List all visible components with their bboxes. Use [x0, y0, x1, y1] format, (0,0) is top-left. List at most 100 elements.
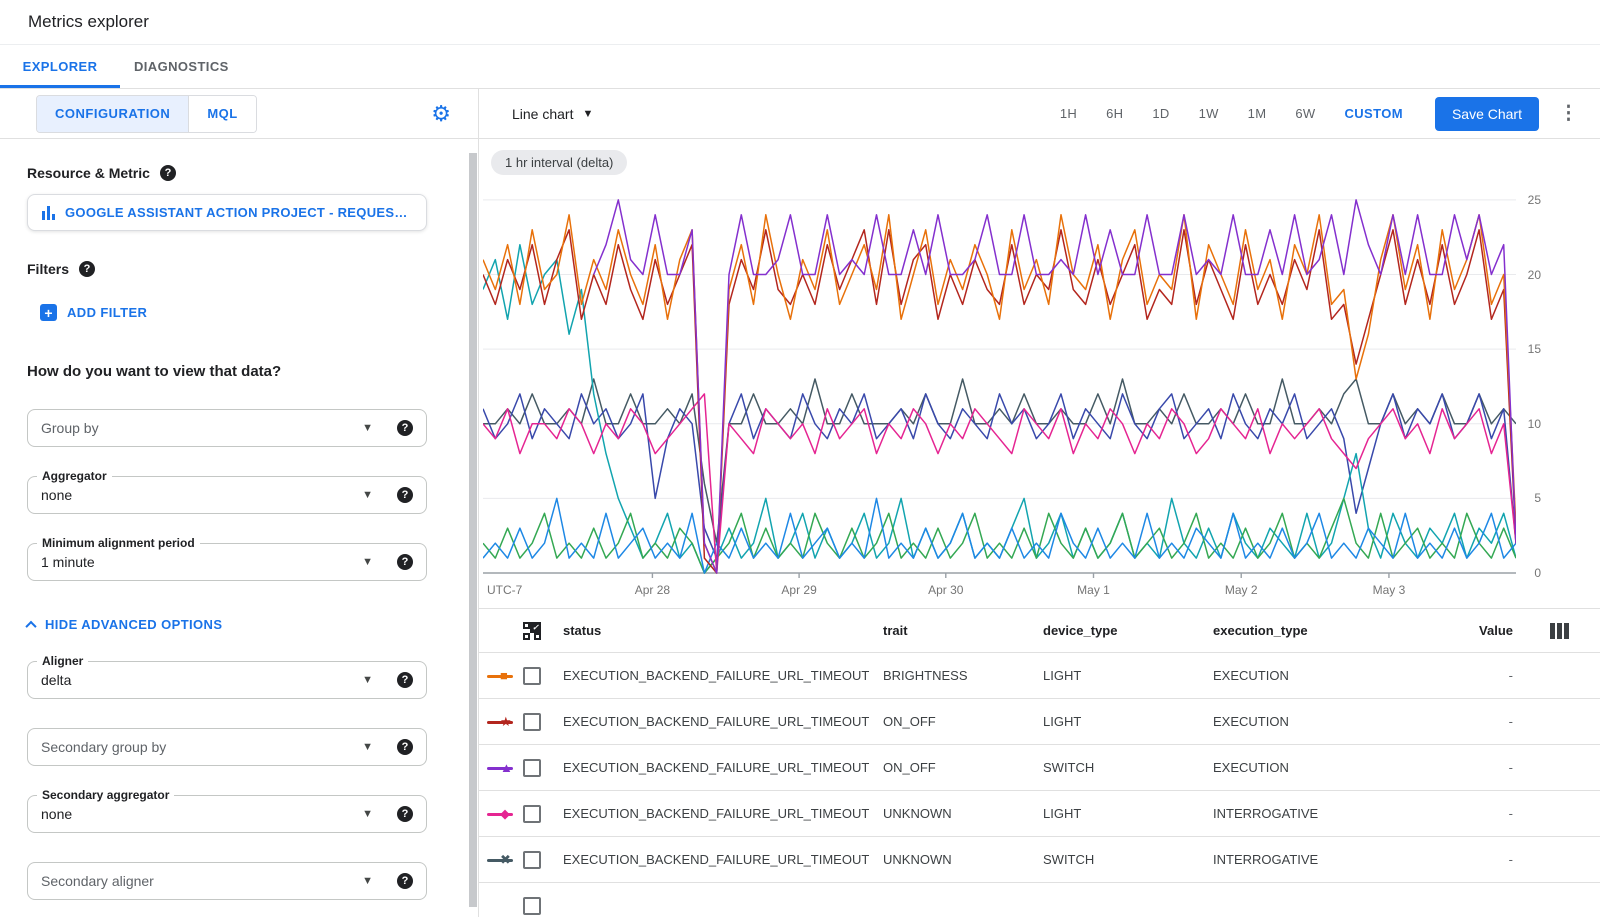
- table-rows: ■ EXECUTION_BACKEND_FAILURE_URL_TIMEOUT BR…: [479, 653, 1600, 883]
- x-axis-label-apr-29: Apr 29: [781, 583, 816, 597]
- chevron-up-icon: [25, 620, 36, 631]
- time-range-6w[interactable]: 6W: [1295, 106, 1315, 121]
- select-secondary-aggregator[interactable]: Secondary aggregatornone▼?: [27, 795, 427, 833]
- cell-device-type: LIGHT: [1043, 668, 1203, 683]
- table-row[interactable]: ▲EXECUTION_BACKEND_FAILURE_URL_TIMEOUTON…: [479, 745, 1600, 791]
- help-icon[interactable]: ?: [397, 554, 413, 570]
- columns-icon[interactable]: [1523, 623, 1569, 639]
- column-header-status[interactable]: status: [563, 623, 873, 638]
- row-checkbox[interactable]: [523, 897, 541, 915]
- chart-type-select[interactable]: Line chart ▼: [512, 106, 593, 122]
- time-range-6h[interactable]: 6H: [1106, 106, 1123, 121]
- x-axis-label-may-1: May 1: [1077, 583, 1110, 597]
- table-row[interactable]: ◆EXECUTION_BACKEND_FAILURE_URL_TIMEOUTUN…: [479, 791, 1600, 837]
- chevron-down-icon: ▼: [582, 108, 593, 120]
- row-checkbox[interactable]: [523, 667, 541, 685]
- help-icon[interactable]: ?: [397, 806, 413, 822]
- add-icon: +: [40, 304, 57, 321]
- series-marker-glyph: ✖: [500, 852, 511, 865]
- table-header-row: ✓ status trait device_type execution_typ…: [479, 609, 1600, 653]
- time-range-1d[interactable]: 1D: [1152, 106, 1169, 121]
- select-secondary-aligner[interactable]: Secondary aligner▼?: [27, 862, 427, 900]
- custom-range-button[interactable]: CUSTOM: [1344, 106, 1403, 121]
- add-filter-button[interactable]: + ADD FILTER: [40, 304, 434, 321]
- cell-value: -: [1453, 806, 1513, 821]
- cell-trait: BRIGHTNESS: [883, 668, 1033, 683]
- resource-metric-button[interactable]: GOOGLE ASSISTANT ACTION PROJECT - REQUES…: [27, 194, 427, 231]
- filters-label: Filters: [27, 261, 69, 277]
- help-icon[interactable]: ?: [160, 165, 176, 181]
- select-minimum-alignment-period[interactable]: Minimum alignment period1 minute▼?: [27, 543, 427, 581]
- tab-bar: EXPLORER DIAGNOSTICS: [0, 45, 1600, 89]
- line-chart-canvas: [483, 185, 1516, 583]
- row-checkbox[interactable]: [523, 851, 541, 869]
- cell-trait: UNKNOWN: [883, 852, 1033, 867]
- tab-explorer[interactable]: EXPLORER: [0, 45, 120, 88]
- field-label-minimum-alignment-period: Minimum alignment period: [37, 536, 200, 550]
- time-range-1m[interactable]: 1M: [1248, 106, 1267, 121]
- tab-diagnostics[interactable]: DIAGNOSTICS: [120, 45, 243, 88]
- table-row[interactable]: ■ EXECUTION_BACKEND_FAILURE_URL_TIMEOUT BR…: [479, 653, 1600, 699]
- table-row[interactable]: ★EXECUTION_BACKEND_FAILURE_URL_TIMEOUTON…: [479, 699, 1600, 745]
- x-axis-label-apr-30: Apr 30: [928, 583, 963, 597]
- gear-icon[interactable]: ⚙: [431, 103, 451, 125]
- hide-advanced-options-button[interactable]: HIDE ADVANCED OPTIONS: [27, 617, 434, 632]
- select-aggregator[interactable]: Aggregatornone▼?: [27, 476, 427, 514]
- cell-value: -: [1453, 760, 1513, 775]
- chart-line-green: [483, 498, 1516, 573]
- select-group-by[interactable]: Group by▼?: [27, 409, 427, 447]
- row-checkbox[interactable]: [523, 805, 541, 823]
- chart-line-slate: [483, 379, 1516, 543]
- cell-status: EXECUTION_BACKEND_FAILURE_URL_TIMEOUT: [563, 852, 873, 867]
- series-marker-glyph: ▲: [500, 760, 513, 773]
- column-header-device-type[interactable]: device_type: [1043, 623, 1203, 638]
- page-title: Metrics explorer: [28, 12, 149, 32]
- cell-device-type: LIGHT: [1043, 806, 1203, 821]
- help-icon[interactable]: ?: [397, 873, 413, 889]
- select-all-icon[interactable]: ✓: [523, 622, 541, 640]
- help-icon[interactable]: ?: [397, 487, 413, 503]
- field-label-aggregator: Aggregator: [37, 469, 112, 483]
- field-value-secondary-aligner: Secondary aligner: [41, 873, 154, 889]
- series-marker-glyph: ★: [500, 714, 512, 727]
- field-value-aggregator: none: [41, 487, 72, 503]
- field-value-aligner: delta: [41, 672, 71, 688]
- mode-mql-button[interactable]: MQL: [188, 96, 255, 132]
- tab-diagnostics-label: DIAGNOSTICS: [134, 59, 229, 74]
- series-marker: ◆: [487, 806, 513, 822]
- time-range-1w[interactable]: 1W: [1199, 106, 1219, 121]
- more-options-icon[interactable]: ⋮: [1559, 102, 1578, 125]
- cell-status: EXECUTION_BACKEND_FAILURE_URL_TIMEOUT: [563, 806, 873, 821]
- cell-status: EXECUTION_BACKEND_FAILURE_URL_TIMEOUT: [563, 668, 873, 683]
- help-icon[interactable]: ?: [79, 261, 95, 277]
- left-panel-scrollbar[interactable]: [469, 153, 477, 907]
- mode-configuration-button[interactable]: CONFIGURATION: [37, 96, 188, 132]
- filters-header: Filters ?: [27, 261, 434, 277]
- help-icon[interactable]: ?: [397, 739, 413, 755]
- column-header-execution-type[interactable]: execution_type: [1213, 623, 1443, 638]
- table-row[interactable]: ✖ EXECUTION_BACKEND_FAILURE_URL_TIMEOUT UN…: [479, 837, 1600, 883]
- help-icon[interactable]: ?: [397, 420, 413, 436]
- column-header-trait[interactable]: trait: [883, 623, 1033, 638]
- chevron-down-icon: ▼: [362, 489, 373, 501]
- save-chart-button[interactable]: Save Chart: [1435, 97, 1539, 131]
- help-icon[interactable]: ?: [397, 672, 413, 688]
- x-axis-utc-label: UTC-7: [487, 583, 522, 597]
- row-checkbox[interactable]: [523, 713, 541, 731]
- column-header-value[interactable]: Value: [1453, 623, 1513, 638]
- cell-execution-type: EXECUTION: [1213, 714, 1443, 729]
- select-secondary-group-by[interactable]: Secondary group by▼?: [27, 728, 427, 766]
- time-range-1h[interactable]: 1H: [1060, 106, 1077, 121]
- main-content: CONFIGURATION MQL ⚙ Resource & Metric ? …: [0, 89, 1600, 917]
- line-chart-svg: [483, 185, 1516, 583]
- row-checkbox[interactable]: [523, 759, 541, 777]
- select-aligner[interactable]: Alignerdelta▼?: [27, 661, 427, 699]
- basic-fields: Group by▼?Aggregatornone▼?Minimum alignm…: [27, 409, 434, 581]
- cell-trait: ON_OFF: [883, 714, 1033, 729]
- tab-explorer-label: EXPLORER: [23, 59, 98, 74]
- cell-value: -: [1453, 852, 1513, 867]
- chart-panel: Line chart ▼ 1H 6H 1D 1W 1M 6W CUSTOM Save Ch…: [479, 89, 1600, 917]
- chart-line-blue: [483, 498, 1516, 573]
- advanced-fields: Alignerdelta▼? Secondary group by▼? Second…: [27, 661, 434, 900]
- series-marker-glyph: ■: [500, 668, 508, 681]
